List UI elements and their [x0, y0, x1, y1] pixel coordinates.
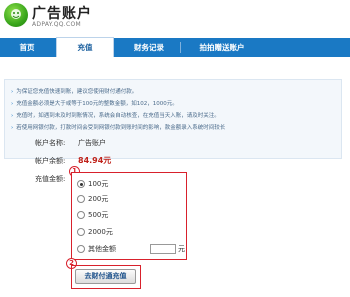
- tab-recharge[interactable]: 充值: [56, 37, 114, 57]
- notice-item: › 充值时，如遇到未及时到账情况，系统会自动核查，在充值当天入账，请及时关注。: [11, 113, 220, 119]
- amount-option-label: 100元: [88, 180, 109, 188]
- account-name-value: 广告账户: [78, 139, 106, 147]
- tab-home[interactable]: 首页: [6, 38, 48, 57]
- amount-option-label: 500元: [88, 211, 109, 219]
- header: 广告账户 ADPAY.QQ.COM: [0, 0, 350, 38]
- other-amount-unit: 元: [178, 245, 185, 253]
- tab-paipai-gift-account[interactable]: 拍拍赠送账户: [184, 38, 260, 57]
- amount-radio-100[interactable]: [77, 180, 85, 188]
- tab-finance-records[interactable]: 财务记录: [120, 38, 178, 57]
- notice-item: › 若使用网银付款，打款时间会受到网银付款到账时间的影响，款金额录入系统时间较长: [11, 125, 226, 131]
- amount-radio-200[interactable]: [77, 195, 85, 203]
- account-balance-label: 帐户余额:: [35, 157, 66, 165]
- recharge-amount-label: 充值金额:: [35, 175, 66, 183]
- nav-divider: [180, 42, 181, 53]
- qq-ad-logo-icon: [4, 3, 28, 27]
- tenpay-recharge-button[interactable]: 去财付通充值: [75, 269, 136, 284]
- bullet-icon: ›: [11, 89, 14, 95]
- amount-radio-2000[interactable]: [77, 228, 85, 236]
- notice-item: › 充值金额必须是大于或等于100元的整数金额，如102，1000元。: [11, 101, 178, 107]
- amount-option-label: 其他金额: [88, 245, 116, 253]
- app-subtitle: ADPAY.QQ.COM: [32, 21, 81, 28]
- account-balance-value: 84.94元: [78, 156, 112, 165]
- amount-option-label: 200元: [88, 195, 109, 203]
- amount-radio-other[interactable]: [77, 245, 85, 253]
- other-amount-input[interactable]: [150, 244, 176, 254]
- bullet-icon: ›: [11, 125, 14, 131]
- amount-option-label: 2000元: [88, 228, 113, 236]
- notice-item: › 为保证您充值快速到账，建议您使用财付通付款。: [11, 89, 138, 95]
- submit-highlight: 去财付通充值: [71, 265, 141, 289]
- main-nav: 首页 充值 财务记录 拍拍赠送账户: [0, 37, 350, 57]
- amount-options-box: 100元 200元 500元 2000元 其他金额 元: [71, 172, 187, 260]
- app-title: 广告账户: [32, 6, 92, 22]
- bullet-icon: ›: [11, 113, 14, 119]
- account-name-label: 帐户名称:: [35, 139, 66, 147]
- bullet-icon: ›: [11, 101, 14, 107]
- amount-radio-500[interactable]: [77, 211, 85, 219]
